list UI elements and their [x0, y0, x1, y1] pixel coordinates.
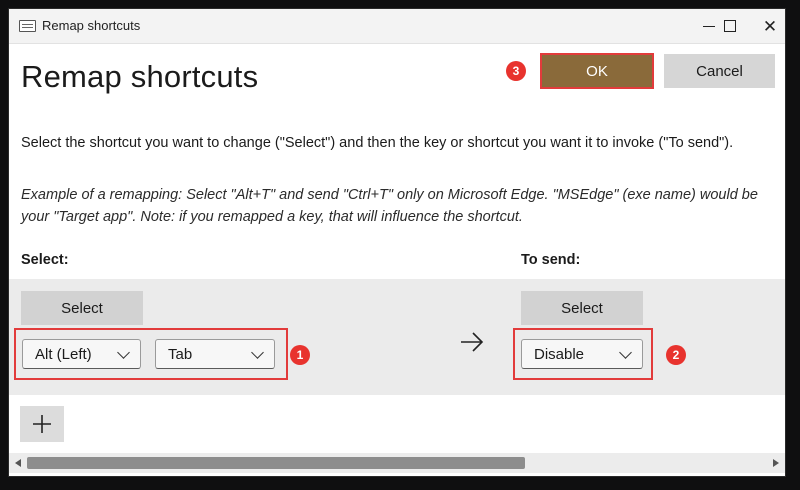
scroll-right-icon[interactable]	[773, 459, 779, 467]
key-value: Tab	[168, 346, 193, 363]
page-title: Remap shortcuts	[21, 59, 259, 94]
scrollbar-thumb[interactable]	[27, 457, 525, 469]
select-column-label: Select:	[21, 252, 69, 268]
chevron-down-icon	[619, 346, 632, 359]
select-shortcut-button[interactable]: Select	[21, 291, 143, 325]
cancel-button[interactable]: Cancel	[664, 54, 775, 88]
key-dropdown[interactable]: Tab	[155, 339, 275, 369]
send-key-dropdown[interactable]: Disable	[521, 339, 643, 369]
step-badge-3: 3	[506, 61, 526, 81]
modifier-key-dropdown[interactable]: Alt (Left)	[22, 339, 141, 369]
arrow-right-icon	[461, 332, 484, 352]
modifier-key-value: Alt (Left)	[35, 346, 92, 363]
select-send-button[interactable]: Select	[521, 291, 643, 325]
send-key-value: Disable	[534, 346, 585, 363]
app-window-icon	[19, 20, 36, 32]
maximize-icon	[724, 20, 736, 32]
chevron-down-icon	[251, 346, 264, 359]
add-shortcut-button[interactable]	[20, 406, 64, 442]
to-send-column-label: To send:	[521, 252, 581, 268]
instructions-text: Select the shortcut you want to change (…	[21, 135, 734, 151]
close-button[interactable]: ✕	[747, 9, 785, 43]
remap-shortcuts-window: Remap shortcuts ✕ Remap shortcuts 3 OK C…	[8, 8, 786, 477]
example-text: Example of a remapping: Select "Alt+T" a…	[21, 187, 758, 225]
chevron-down-icon	[117, 346, 130, 359]
title-bar[interactable]: Remap shortcuts ✕	[9, 9, 785, 44]
close-icon: ✕	[762, 16, 778, 36]
ok-button[interactable]: OK	[540, 53, 654, 89]
scroll-left-icon[interactable]	[15, 459, 21, 467]
horizontal-scrollbar[interactable]	[9, 453, 785, 473]
window-title: Remap shortcuts	[42, 18, 141, 33]
step-badge-1: 1	[290, 345, 310, 365]
step-badge-2: 2	[666, 345, 686, 365]
plus-icon	[33, 415, 51, 433]
